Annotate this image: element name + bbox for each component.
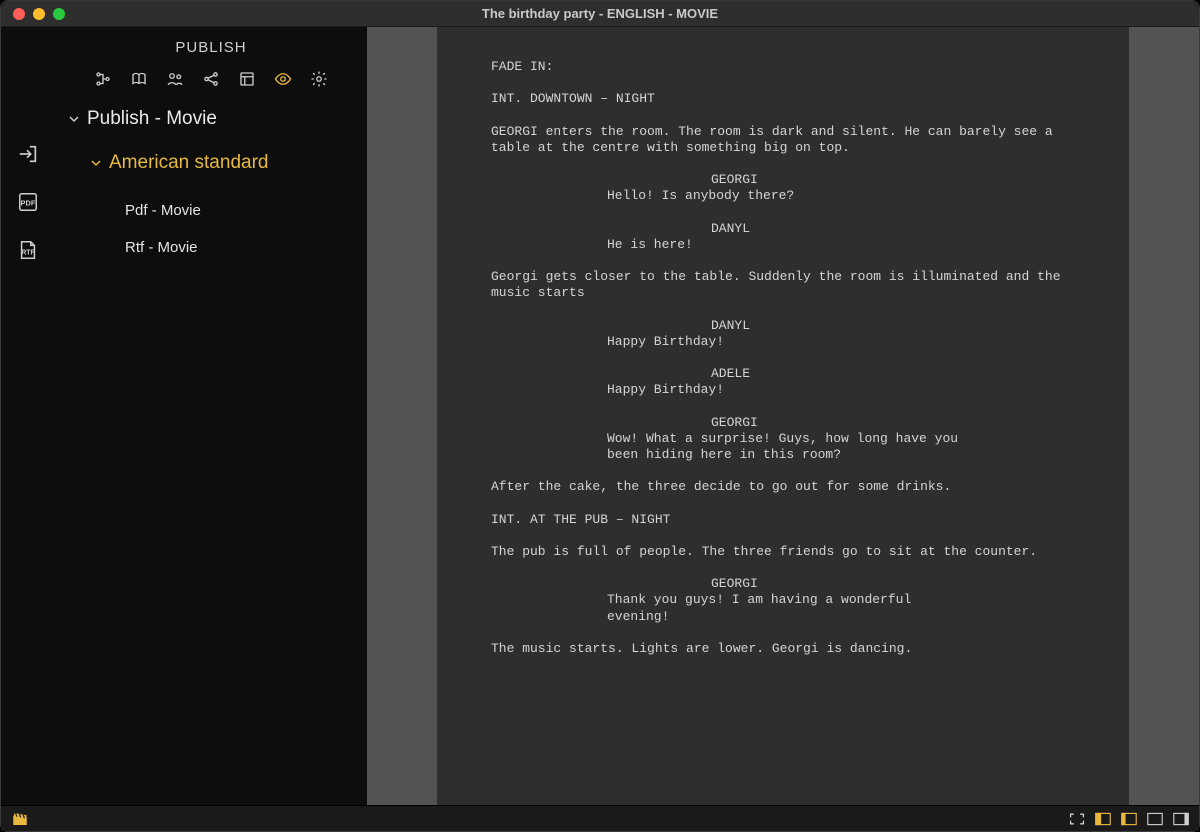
titlebar: The birthday party - ENGLISH - MOVIE [1, 1, 1199, 27]
character-cue: GEORGI [491, 576, 1075, 592]
panel-none-icon[interactable] [1147, 812, 1163, 826]
tree-root-label: Publish - Movie [87, 108, 217, 130]
script-page: FADE IN: INT. DOWNTOWN – NIGHT GEORGI ente… [437, 27, 1129, 805]
book-icon[interactable] [130, 70, 148, 88]
svg-text:PDF: PDF [21, 199, 36, 208]
character-cue: DANYL [491, 318, 1075, 334]
rtf-icon[interactable]: RTF [17, 239, 39, 261]
action-text: After the cake, the three decide to go o… [491, 479, 1075, 495]
layout-icon[interactable] [238, 70, 256, 88]
publish-tree: Publish - Movie American standard Pdf - … [55, 102, 367, 266]
clapper-icon[interactable] [11, 810, 29, 828]
tree-group-label: American standard [109, 152, 268, 174]
sidebar-toolbar [55, 64, 367, 102]
tree-group[interactable]: American standard [65, 146, 357, 180]
dialogue: Wow! What a surprise! Guys, how long hav… [491, 431, 1075, 464]
share-icon[interactable] [202, 70, 220, 88]
panel-right-icon[interactable] [1173, 812, 1189, 826]
tree-item-pdf[interactable]: Pdf - Movie [65, 192, 357, 229]
action-text: The pub is full of people. The three fri… [491, 544, 1075, 560]
scene-heading: INT. DOWNTOWN – NIGHT [491, 91, 1075, 107]
action-text: Georgi gets closer to the table. Suddenl… [491, 269, 1075, 302]
import-icon[interactable] [17, 143, 39, 165]
action-text: FADE IN: [491, 59, 1075, 75]
tree-item-rtf[interactable]: Rtf - Movie [65, 229, 357, 266]
preview-area: FADE IN: INT. DOWNTOWN – NIGHT GEORGI ente… [367, 27, 1199, 805]
svg-text:RTF: RTF [21, 250, 34, 257]
fullscreen-icon[interactable] [1069, 812, 1085, 826]
character-cue: ADELE [491, 366, 1075, 382]
panel-left-icon[interactable] [1095, 812, 1111, 826]
tree-item-label: Pdf - Movie [125, 202, 201, 219]
action-text: The music starts. Lights are lower. Geor… [491, 641, 1075, 657]
panel-left-alt-icon[interactable] [1121, 812, 1137, 826]
tree-icon[interactable] [94, 70, 112, 88]
dialogue: Hello! Is anybody there? [491, 188, 1075, 204]
people-icon[interactable] [166, 70, 184, 88]
pdf-icon[interactable]: PDF [17, 191, 39, 213]
character-cue: DANYL [491, 221, 1075, 237]
action-text: GEORGI enters the room. The room is dark… [491, 124, 1075, 157]
status-bar [1, 805, 1199, 831]
left-rail: PDF RTF [1, 27, 55, 805]
sidebar: PUBLISH [55, 27, 367, 805]
chevron-down-icon [91, 158, 101, 168]
window-title: The birthday party - ENGLISH - MOVIE [1, 6, 1199, 21]
eye-icon[interactable] [274, 70, 292, 88]
character-cue: GEORGI [491, 415, 1075, 431]
dialogue: He is here! [491, 237, 1075, 253]
scene-heading: INT. AT THE PUB – NIGHT [491, 512, 1075, 528]
gear-icon[interactable] [310, 70, 328, 88]
tree-item-label: Rtf - Movie [125, 239, 198, 256]
chevron-down-icon [69, 114, 79, 124]
sidebar-title: PUBLISH [55, 27, 367, 64]
tree-root[interactable]: Publish - Movie [65, 102, 357, 136]
dialogue: Happy Birthday! [491, 334, 1075, 350]
character-cue: GEORGI [491, 172, 1075, 188]
dialogue: Happy Birthday! [491, 382, 1075, 398]
dialogue: Thank you guys! I am having a wonderful … [491, 592, 1075, 625]
